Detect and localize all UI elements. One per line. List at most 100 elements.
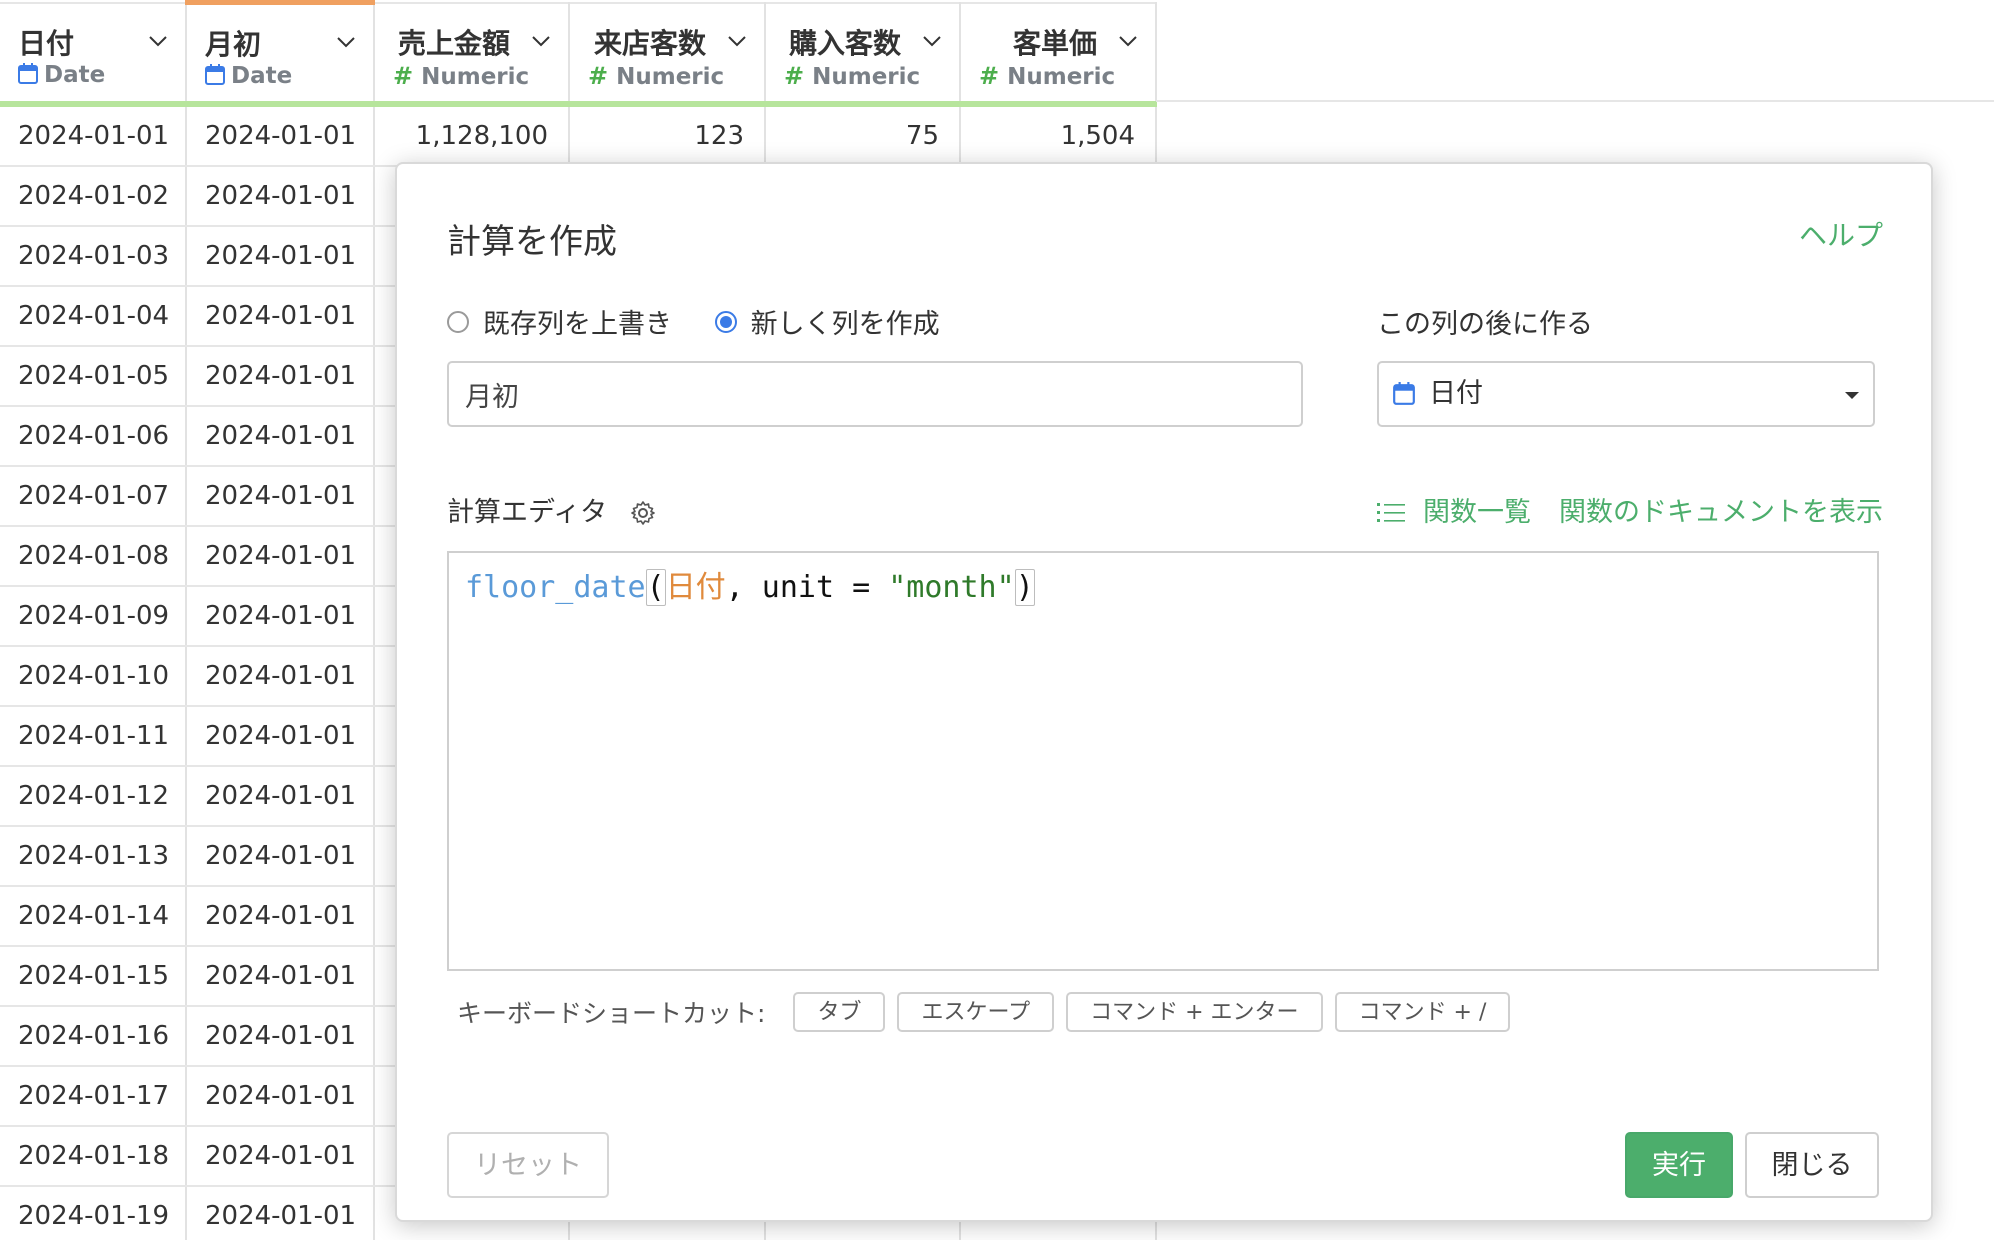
gear-icon[interactable] <box>630 500 656 526</box>
table-cell[interactable]: 2024-01-01 <box>186 1066 375 1127</box>
table-cell[interactable]: 2024-01-03 <box>0 226 187 287</box>
table-cell[interactable]: 1,504 <box>960 104 1157 167</box>
calculation-code-editor[interactable]: floor_date(日付, unit = "month") <box>447 551 1879 971</box>
table-cell[interactable]: 2024-01-01 <box>186 946 375 1007</box>
table-cell[interactable]: 2024-01-01 <box>186 104 375 167</box>
table-cell[interactable]: 2024-01-01 <box>186 706 375 767</box>
chevron-down-icon[interactable] <box>921 30 943 52</box>
calendar-icon <box>205 64 225 85</box>
table-cell[interactable]: 2024-01-01 <box>186 346 375 407</box>
chevron-down-icon[interactable] <box>530 30 552 52</box>
radio-create-new-column[interactable]: 新しく列を作成 <box>714 302 940 341</box>
run-button[interactable]: 実行 <box>1625 1132 1733 1198</box>
column-name: 売上金額 <box>397 26 510 60</box>
column-header-buyers[interactable]: 購入客数 # Numeric <box>765 1 961 107</box>
table-cell[interactable]: 2024-01-01 <box>186 526 375 587</box>
code-function-token: floor_date <box>465 570 646 605</box>
table-cell[interactable]: 2024-01-08 <box>0 526 187 587</box>
code-paren-token: ) <box>1014 569 1035 606</box>
calendar-icon <box>18 62 38 84</box>
column-header-month-start[interactable]: 月初 Date <box>186 0 375 107</box>
column-type: # Numeric <box>393 61 530 90</box>
table-cell[interactable]: 2024-01-09 <box>0 586 187 647</box>
table-cell[interactable]: 2024-01-01 <box>186 466 375 527</box>
table-cell[interactable]: 2024-01-18 <box>0 1126 187 1187</box>
column-name: 日付 <box>18 26 75 60</box>
column-type: Date <box>18 62 105 88</box>
table-cell[interactable]: 2024-01-07 <box>0 466 187 527</box>
table-cell[interactable]: 2024-01-12 <box>0 766 187 827</box>
table-cell[interactable]: 2024-01-01 <box>186 886 375 947</box>
insert-after-column-select[interactable]: 日付 <box>1377 361 1875 427</box>
table-cell[interactable]: 2024-01-01 <box>186 166 375 227</box>
radio-unchecked-icon[interactable] <box>447 310 469 333</box>
column-type: # Numeric <box>588 61 725 90</box>
column-name: 客単価 <box>1012 26 1097 60</box>
table-cell[interactable]: 2024-01-01 <box>186 226 375 287</box>
shortcut-key-tab: タブ <box>793 992 886 1032</box>
header-divider <box>1156 100 1994 102</box>
table-cell[interactable]: 2024-01-01 <box>186 1006 375 1067</box>
table-cell[interactable]: 2024-01-01 <box>186 646 375 707</box>
mode-radio-group: 既存列を上書き 新しく列を作成 <box>447 302 974 341</box>
chevron-down-icon[interactable] <box>147 30 169 52</box>
table-cell[interactable]: 2024-01-10 <box>0 646 187 707</box>
table-cell[interactable]: 2024-01-11 <box>0 706 187 767</box>
table-cell[interactable]: 123 <box>569 104 766 167</box>
table-cell[interactable]: 2024-01-06 <box>0 406 187 467</box>
shortcuts-label: キーボードショートカット: <box>457 999 766 1028</box>
hash-icon: # <box>393 61 414 90</box>
table-cell[interactable]: 1,128,100 <box>374 104 570 167</box>
chevron-down-icon[interactable] <box>335 31 357 53</box>
table-cell[interactable]: 75 <box>765 104 961 167</box>
table-cell[interactable]: 2024-01-01 <box>186 286 375 347</box>
code-line[interactable]: floor_date(日付, unit = "month") <box>465 563 1035 613</box>
table-cell[interactable]: 2024-01-13 <box>0 826 187 887</box>
table-cell[interactable]: 2024-01-17 <box>0 1066 187 1127</box>
table-cell[interactable]: 2024-01-19 <box>0 1186 187 1240</box>
close-button[interactable]: 閉じる <box>1745 1132 1879 1198</box>
table-cell[interactable]: 2024-01-04 <box>0 286 187 347</box>
column-name: 購入客数 <box>788 26 901 60</box>
insert-after-label: この列の後に作る <box>1377 309 1593 340</box>
table-cell[interactable]: 2024-01-01 <box>186 766 375 827</box>
hash-icon: # <box>784 61 805 90</box>
column-header-unit-price[interactable]: 客単価 # Numeric <box>960 1 1157 107</box>
column-type: # Numeric <box>784 61 921 90</box>
function-list-link[interactable]: 関数一覧 <box>1423 497 1531 528</box>
table-cell[interactable]: 2024-01-14 <box>0 886 187 947</box>
radio-label: 新しく列を作成 <box>750 309 940 340</box>
table-cell[interactable]: 2024-01-15 <box>0 946 187 1007</box>
radio-checked-icon[interactable] <box>714 310 737 333</box>
function-docs-link[interactable]: 関数のドキュメントを表示 <box>1559 497 1883 528</box>
chevron-down-icon[interactable] <box>726 30 748 52</box>
column-header-sales[interactable]: 売上金額 # Numeric <box>374 1 570 107</box>
list-icon[interactable] <box>1377 501 1405 525</box>
table-cell[interactable]: 2024-01-05 <box>0 346 187 407</box>
table-cell[interactable]: 2024-01-01 <box>186 1126 375 1187</box>
table-cell[interactable]: 2024-01-16 <box>0 1006 187 1067</box>
table-cell[interactable]: 2024-01-01 <box>186 1186 375 1240</box>
table-cell[interactable]: 2024-01-01 <box>186 826 375 887</box>
table-cell[interactable]: 2024-01-02 <box>0 166 187 227</box>
function-links: 関数一覧 関数のドキュメントを表示 <box>1377 490 1883 529</box>
table-cell[interactable]: 2024-01-01 <box>186 586 375 647</box>
chevron-down-icon[interactable] <box>1117 30 1139 52</box>
keyboard-shortcuts: キーボードショートカット: タブ エスケープ コマンド + エンター コマンド … <box>457 992 1522 1032</box>
column-header-visitors[interactable]: 来店客数 # Numeric <box>569 1 766 107</box>
hash-icon: # <box>979 61 1000 90</box>
new-column-name-input[interactable] <box>447 361 1303 427</box>
dropdown-caret-icon[interactable] <box>1845 392 1859 399</box>
dialog-title: 計算を作成 <box>447 222 617 262</box>
reset-button[interactable]: リセット <box>447 1132 609 1198</box>
help-link[interactable]: ヘルプ <box>1799 214 1883 254</box>
radio-overwrite-column[interactable]: 既存列を上書き <box>447 302 672 341</box>
code-string-token: "month" <box>888 570 1015 605</box>
hash-icon: # <box>588 61 609 90</box>
table-cell[interactable]: 2024-01-01 <box>0 104 187 167</box>
column-name: 月初 <box>205 28 262 61</box>
table-cell[interactable]: 2024-01-01 <box>186 406 375 467</box>
column-header-date[interactable]: 日付 Date <box>0 1 187 107</box>
create-calculation-dialog: 計算を作成 ヘルプ 既存列を上書き 新しく列を作成 この列の後に作る 日付 計算… <box>395 162 1933 1222</box>
shortcut-key-escape: エスケープ <box>897 992 1055 1032</box>
